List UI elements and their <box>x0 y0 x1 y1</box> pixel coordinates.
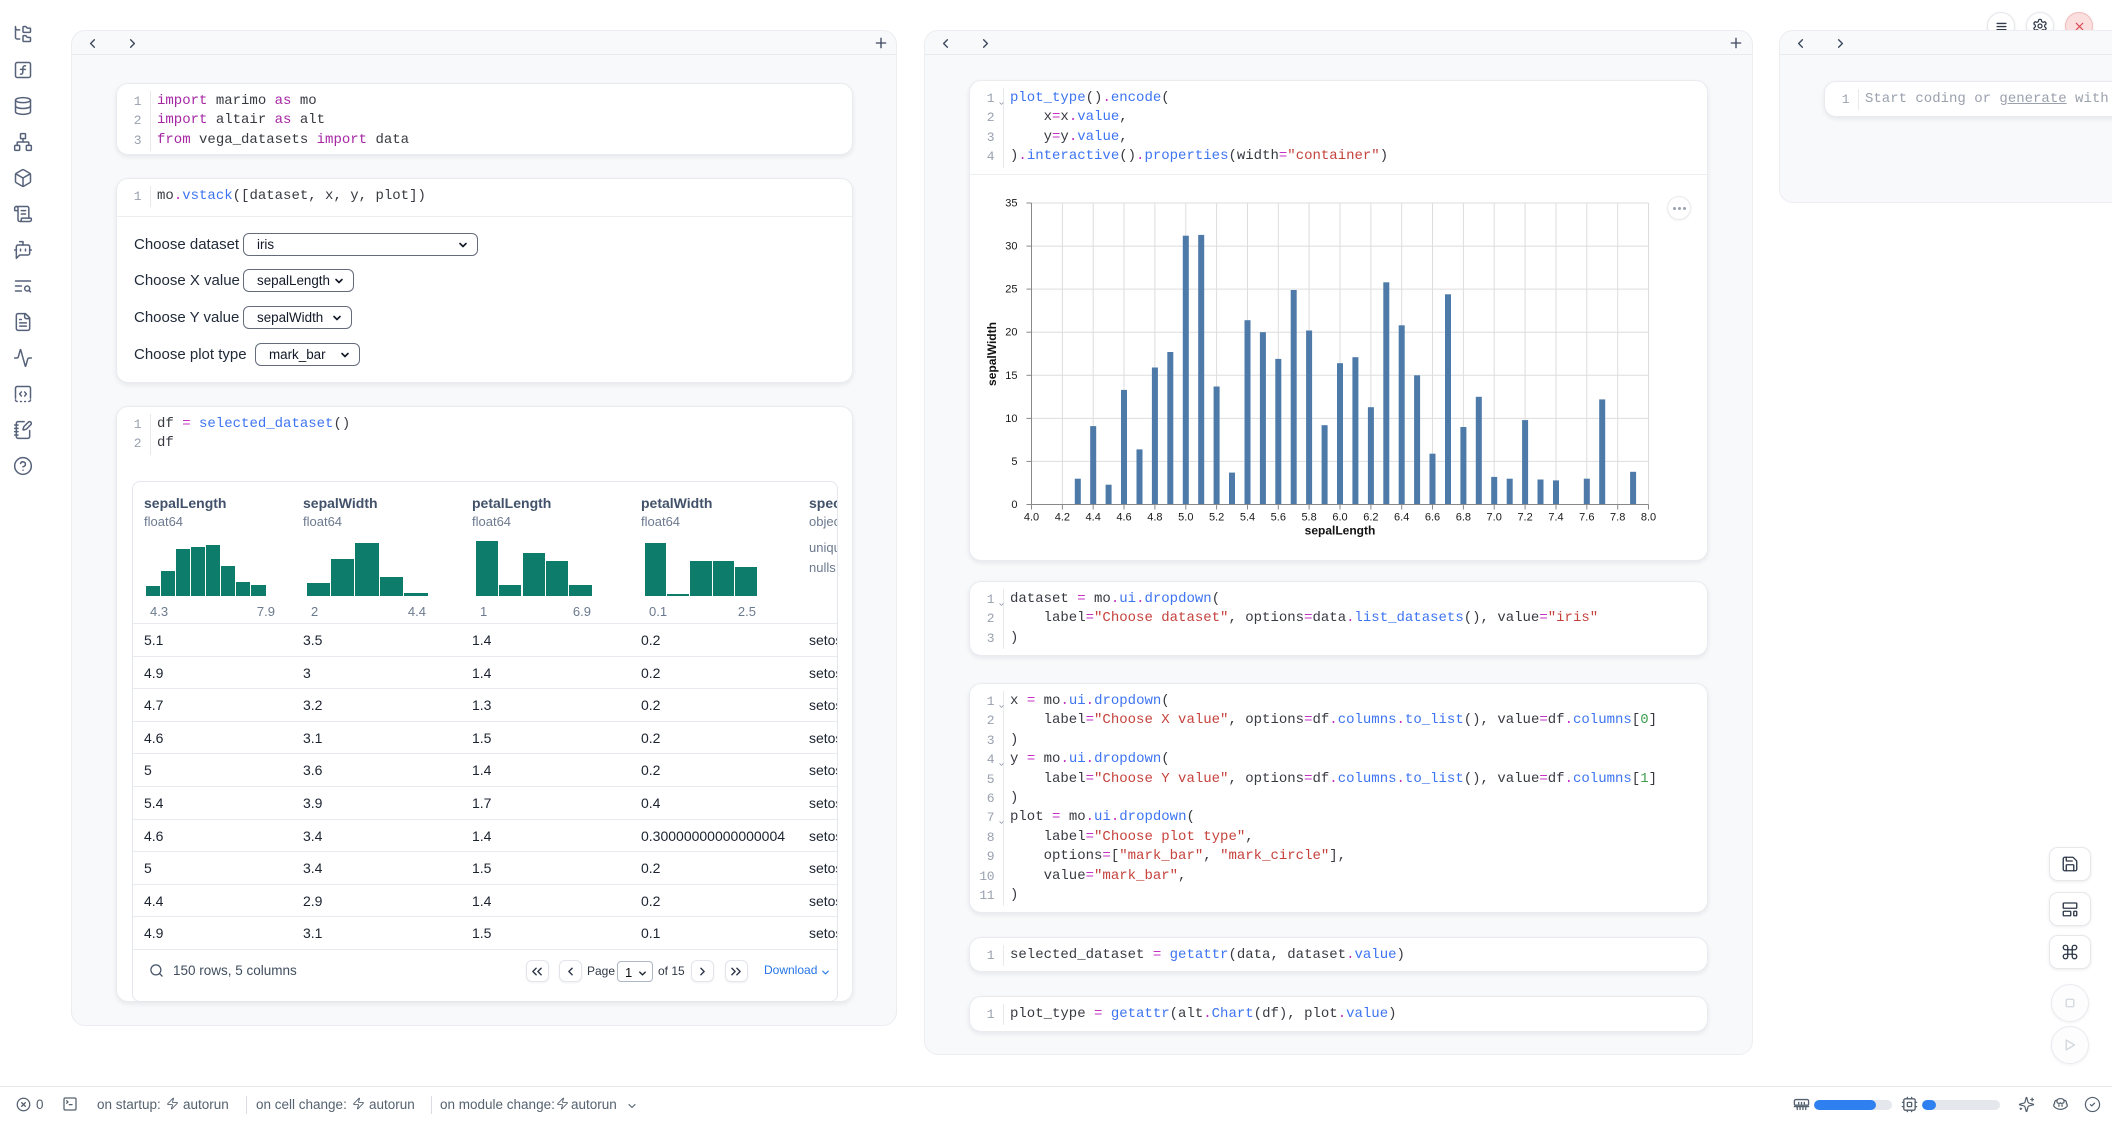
svg-text:4.2: 4.2 <box>1055 512 1070 524</box>
svg-text:4.6: 4.6 <box>1116 512 1131 524</box>
svg-text:30: 30 <box>1005 241 1017 253</box>
svg-text:10: 10 <box>1005 413 1017 425</box>
svg-text:5.0: 5.0 <box>1178 512 1193 524</box>
svg-text:6.2: 6.2 <box>1363 512 1378 524</box>
svg-text:20: 20 <box>1005 327 1017 339</box>
svg-text:6.8: 6.8 <box>1456 512 1471 524</box>
svg-text:7.8: 7.8 <box>1610 512 1625 524</box>
svg-text:7.2: 7.2 <box>1517 512 1532 524</box>
svg-text:7.0: 7.0 <box>1487 512 1502 524</box>
svg-text:8.0: 8.0 <box>1641 512 1656 524</box>
svg-text:sepalWidth: sepalWidth <box>985 322 999 386</box>
svg-text:15: 15 <box>1005 370 1017 382</box>
svg-text:6.6: 6.6 <box>1425 512 1440 524</box>
svg-text:4.4: 4.4 <box>1086 512 1101 524</box>
svg-text:5.8: 5.8 <box>1301 512 1316 524</box>
svg-text:6.4: 6.4 <box>1394 512 1409 524</box>
svg-text:4.0: 4.0 <box>1024 512 1039 524</box>
svg-text:sepalLength: sepalLength <box>1305 524 1376 538</box>
svg-text:5.2: 5.2 <box>1209 512 1224 524</box>
svg-text:25: 25 <box>1005 284 1017 296</box>
svg-text:5: 5 <box>1011 456 1017 468</box>
svg-text:7.4: 7.4 <box>1548 512 1563 524</box>
svg-text:6.0: 6.0 <box>1332 512 1347 524</box>
svg-text:5.4: 5.4 <box>1240 512 1255 524</box>
svg-text:35: 35 <box>1005 198 1017 210</box>
svg-text:5.6: 5.6 <box>1271 512 1286 524</box>
svg-text:0: 0 <box>1011 499 1017 511</box>
svg-text:7.6: 7.6 <box>1579 512 1594 524</box>
svg-text:4.8: 4.8 <box>1147 512 1162 524</box>
